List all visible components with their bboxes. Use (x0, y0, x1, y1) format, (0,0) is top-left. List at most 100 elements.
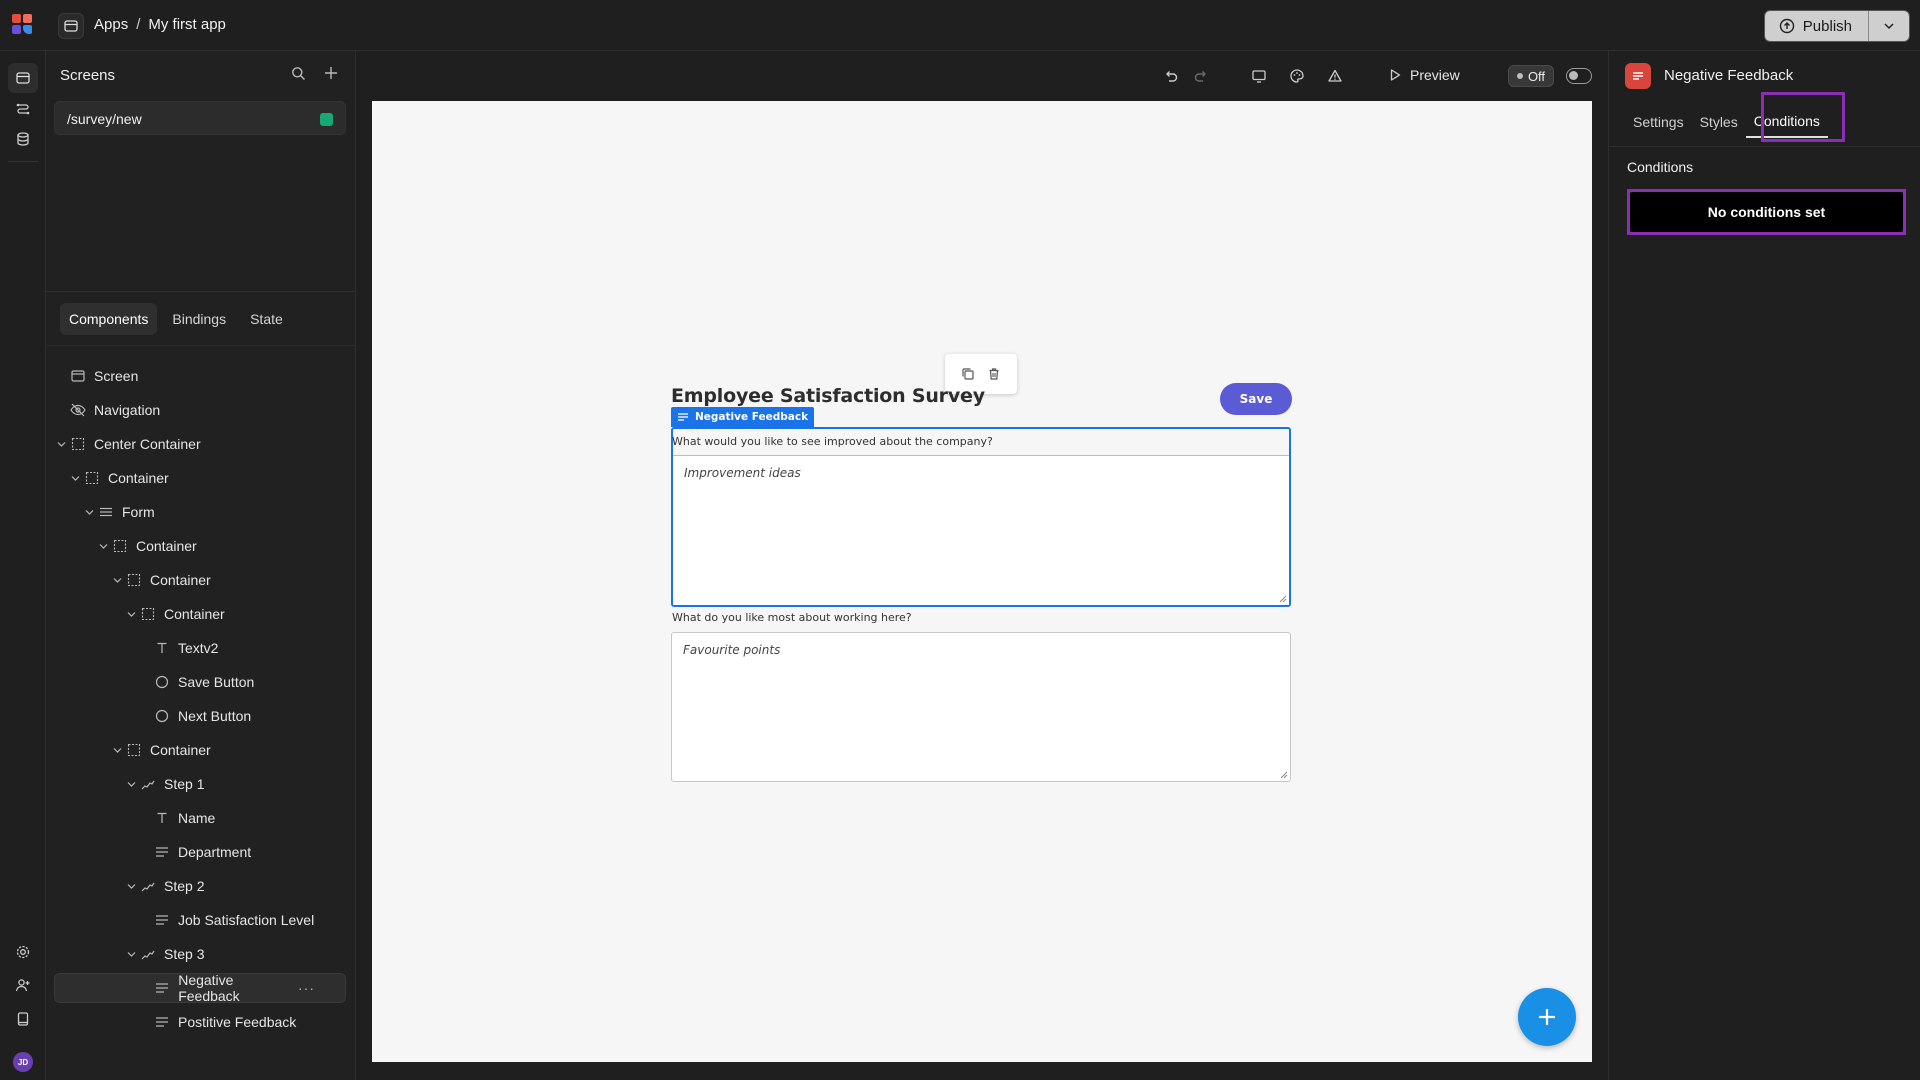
tab-styles[interactable]: Styles (1692, 106, 1746, 138)
form-icon (98, 504, 114, 520)
rail-users-button[interactable] (8, 970, 38, 1000)
tabs-divider (46, 345, 356, 346)
live-status-badge[interactable]: Off (1508, 65, 1554, 87)
tree-item-label: Step 3 (164, 946, 205, 962)
publish-options-button[interactable] (1869, 11, 1909, 41)
chevron-down-icon[interactable] (124, 777, 138, 791)
text-icon (154, 810, 170, 826)
tree-item[interactable]: Save Button (54, 667, 346, 697)
chevron-down-icon[interactable] (96, 539, 110, 553)
search-icon[interactable] (291, 66, 306, 81)
chevron-down-icon[interactable] (124, 879, 138, 893)
chevron-down-icon[interactable] (54, 437, 68, 451)
user-avatar[interactable]: JD (13, 1052, 33, 1072)
icon-rail: JD (0, 51, 46, 1080)
undo-button[interactable] (1162, 67, 1180, 85)
breadcrumb-app-name[interactable]: My first app (148, 16, 226, 33)
tree-item[interactable]: Step 2 (54, 871, 346, 901)
tree-item[interactable]: Form (54, 497, 346, 527)
add-component-fab[interactable] (1518, 988, 1576, 1046)
sidebar-toggle-button[interactable] (58, 13, 84, 39)
device-preview-button[interactable] (1250, 67, 1268, 85)
tree-item[interactable]: Container (54, 463, 346, 493)
resize-handle-icon[interactable] (1280, 771, 1288, 779)
warnings-button[interactable] (1326, 67, 1344, 85)
tree-item[interactable]: Negative Feedback ··· (54, 972, 346, 1004)
tree-item[interactable]: Container (54, 599, 346, 629)
rail-docs-button[interactable] (8, 1004, 38, 1034)
design-canvas[interactable]: Employee Satisfaction Survey Save Negati… (372, 101, 1592, 1062)
user-add-icon (15, 979, 30, 992)
list-icon (154, 912, 170, 928)
tab-components[interactable]: Components (60, 303, 158, 335)
field-label-improved: What would you like to see improved abou… (672, 435, 993, 448)
trash-icon[interactable] (987, 367, 1001, 381)
screen-item-survey-new[interactable]: /survey/new (54, 101, 346, 135)
tree-item[interactable]: Name (54, 803, 346, 833)
field-label-like-most: What do you like most about working here… (672, 611, 912, 624)
tree-item-label: Name (178, 810, 216, 826)
layout-icon (16, 72, 30, 84)
survey-title[interactable]: Employee Satisfaction Survey (671, 385, 985, 407)
add-screen-icon[interactable] (322, 64, 340, 82)
improvement-textarea[interactable]: Improvement ideas (673, 455, 1289, 605)
rail-automation-button[interactable] (8, 94, 38, 124)
tab-settings[interactable]: Settings (1625, 106, 1692, 138)
tree-item-label: Job Satisfaction Level (178, 912, 315, 928)
button-icon (154, 708, 170, 724)
tree-item[interactable]: Screen (54, 361, 346, 391)
resize-handle-icon[interactable] (1279, 595, 1287, 603)
tree-item-label: Next Button (178, 708, 252, 724)
budibase-logo-icon[interactable] (12, 14, 32, 34)
theme-button[interactable] (1288, 67, 1306, 85)
container-icon (126, 742, 142, 758)
tree-item-label: Container (150, 742, 211, 758)
rail-data-button[interactable] (8, 124, 38, 154)
screen-status-badge (320, 113, 333, 126)
screen-icon (70, 368, 86, 384)
database-icon (17, 132, 29, 146)
tree-item[interactable]: Center Container (54, 429, 346, 459)
tree-item-label: Container (108, 470, 169, 486)
tree-item[interactable]: Step 1 (54, 769, 346, 799)
automation-icon (16, 103, 30, 115)
chevron-down-icon[interactable] (82, 505, 96, 519)
conditions-tab-highlight (1761, 92, 1845, 142)
rail-design-button[interactable] (8, 63, 38, 93)
live-toggle-switch[interactable] (1566, 68, 1592, 84)
tree-item-label: Department (178, 844, 252, 860)
selected-component-badge[interactable]: Negative Feedback (671, 407, 815, 427)
tab-bindings[interactable]: Bindings (163, 303, 235, 335)
container-icon (112, 538, 128, 554)
tree-item[interactable]: Container (54, 565, 346, 595)
tree-item[interactable]: Navigation (54, 395, 346, 425)
tab-state[interactable]: State (241, 303, 292, 335)
tree-item[interactable]: Postitive Feedback (54, 1007, 346, 1037)
save-button[interactable]: Save (1220, 383, 1292, 415)
tree-item[interactable]: Container (54, 735, 346, 765)
tree-item[interactable]: Container (54, 531, 346, 561)
favourite-points-textarea[interactable]: Favourite points (671, 632, 1291, 782)
chevron-down-icon[interactable] (124, 607, 138, 621)
tree-item[interactable]: Step 3 (54, 939, 346, 969)
chevron-down-icon[interactable] (124, 947, 138, 961)
chevron-down-icon[interactable] (110, 743, 124, 757)
rail-settings-button[interactable] (8, 937, 38, 967)
more-options-icon[interactable]: ··· (298, 980, 315, 996)
tree-item-label: Step 1 (164, 776, 205, 792)
tree-item[interactable]: Next Button (54, 701, 346, 731)
no-conditions-button[interactable]: No conditions set (1630, 192, 1903, 232)
tree-item[interactable]: Textv2 (54, 633, 346, 663)
redo-button[interactable] (1192, 67, 1210, 85)
tree-item-label: Container (136, 538, 197, 554)
preview-button[interactable]: Preview (1388, 67, 1460, 83)
breadcrumb-apps[interactable]: Apps (94, 16, 128, 33)
duplicate-icon[interactable] (961, 367, 975, 381)
tree-item[interactable]: Job Satisfaction Level (54, 905, 346, 935)
publish-button[interactable]: Publish (1764, 11, 1869, 41)
chevron-down-icon[interactable] (68, 471, 82, 485)
tree-item[interactable]: Department (54, 837, 346, 867)
screens-header: Screens (60, 67, 116, 84)
tree-item-label: Center Container (94, 436, 201, 452)
chevron-down-icon[interactable] (110, 573, 124, 587)
